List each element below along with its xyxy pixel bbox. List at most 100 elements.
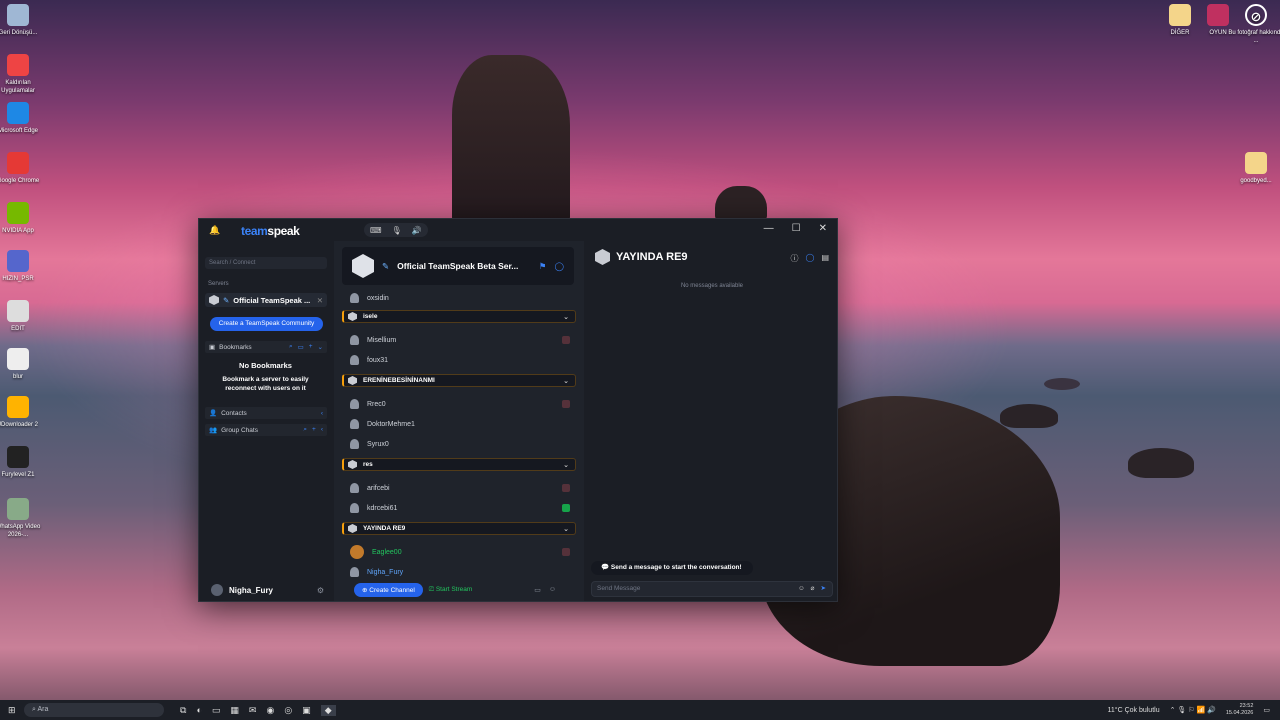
clock[interactable]: 23:52 15.04.2026 [1226,703,1254,717]
mail-icon[interactable]: ✉ [249,705,257,716]
desktop-icon[interactable]: ⊘ Bu fotoğraf hakkında ... [1226,4,1280,45]
client-row[interactable]: Rrec0 [350,397,570,411]
chrome-icon[interactable]: ◉ [266,705,274,716]
taskbar-search[interactable]: ⌕ Ara [24,703,164,717]
desktop-icon[interactable]: WhatsApp Video 2026-... [0,498,48,539]
chevron-down-icon[interactable]: ⌄ [563,377,569,385]
store-icon[interactable]: ▦ [230,705,239,716]
chat-bubble-icon[interactable]: ◯ [805,253,814,264]
channel-row[interactable]: ERENİNEBESİNİNANMI ⌄ [342,374,576,387]
user-icon [350,293,359,303]
create-channel-button[interactable]: ⊕ Create Channel [354,583,423,597]
bookmarks-header[interactable]: ▣ Bookmarks ⌕ ▭ + ⌄ [205,341,327,353]
client-name: DoktorMehme1 [367,420,415,428]
send-icon[interactable]: ➤ [821,582,826,596]
desktop-icon[interactable]: HIZIN_PSR [0,250,48,283]
info-icon[interactable]: ⓘ [790,253,798,264]
keyboard-icon[interactable]: ⌨ [370,226,382,235]
channel-row[interactable]: isele ⌄ [342,310,576,323]
bookmarks-label: Bookmarks [219,343,252,351]
client-row[interactable]: Misellium [350,333,570,347]
files-icon[interactable]: ▤ [821,253,829,264]
client-row[interactable]: oxsidin [350,291,570,305]
folder-icon[interactable]: ▭ [298,343,304,351]
explorer-icon[interactable]: ▭ [212,705,221,716]
client-name: Rrec0 [367,400,386,408]
minimize-icon[interactable]: — [764,223,774,234]
chat-icon[interactable]: ◯ [554,261,564,272]
chrome-icon [7,54,29,76]
maximize-icon[interactable]: ☐ [792,223,801,234]
client-row[interactable]: Eaglee00 [350,545,570,559]
desktop-icon-label: goodbyed... [1240,178,1272,184]
desktop-icon[interactable]: Geri Dönüşü... [0,4,48,37]
desktop-icon[interactable]: blur [0,348,48,381]
microphone-icon[interactable]: 🎙 [392,226,402,235]
chevron-down-icon[interactable]: ⌄ [563,313,569,321]
close-icon[interactable]: ✕ [819,223,827,234]
client-row[interactable]: Syrux0 [350,437,570,451]
search-icon[interactable]: ⌕ [303,426,307,434]
search-input[interactable]: Search / Connect [205,257,327,269]
edge-icon[interactable]: ◐ [196,705,201,716]
close-server-icon[interactable]: ✕ [317,296,323,305]
desktop-icon[interactable]: EDIT [0,300,48,333]
chevron-down-icon[interactable]: ⌄ [563,461,569,469]
teamspeak-icon[interactable]: ◆ [320,704,336,716]
plus-icon[interactable]: + [312,426,316,434]
plus-icon[interactable]: + [309,343,313,351]
opera-icon[interactable]: ◎ [284,705,292,716]
desktop-icon[interactable]: NVIDIA App [0,202,48,235]
create-community-button[interactable]: Create a TeamSpeak Community [210,317,323,331]
desktop-icon[interactable]: Furylevel Z1 [0,446,48,479]
desktop-icon[interactable]: Kaldırılan Uygulamalar [0,54,48,95]
chevron-left-icon[interactable]: ‹ [321,410,323,417]
user-icon [350,355,359,365]
no-bookmarks-text: Bookmark a server to easily reconnect wi… [222,376,309,392]
client-row[interactable]: foux31 [350,353,570,367]
emoji-icon[interactable]: ☺ [798,582,805,596]
taskbar: ⊞ ⌕ Ara ⧉ ◐ ▭ ▦ ✉ ◉ ◎ ▣ ◆ 11°C Çok bulut… [0,700,1280,720]
speaker-icon[interactable]: 🔊 [412,226,422,235]
user-icon [350,567,359,577]
server-item[interactable]: ✎ Official TeamSpeak ... ✕ [205,293,327,307]
desktop-icon-label: Google Chrome [0,178,40,184]
search-icon[interactable]: ⌕ [289,343,293,351]
client-row[interactable]: Nigha_Fury [350,565,570,579]
bookmark-add-icon[interactable]: ⚑ [539,261,547,272]
attach-icon[interactable]: ⌀ [811,582,815,596]
app-icon[interactable]: ▣ [302,705,311,716]
window-controls: — ☐ ✕ [764,223,827,234]
client-row[interactable]: DoktorMehme1 [350,417,570,431]
client-row[interactable]: arifcebi [350,481,570,495]
desktop-icon[interactable]: goodbyed... [1226,152,1280,185]
distant-rock-flat [1044,378,1080,390]
gear-icon[interactable]: ⚙ [317,586,324,595]
client-row[interactable]: kdrcebi61 [350,501,570,515]
bell-icon[interactable]: 🔔 [209,225,220,236]
chevron-down-icon[interactable]: ⌄ [318,343,323,351]
group-chats-header[interactable]: 👥 Group Chats ⌕ + ‹ [205,424,327,436]
muted-icon [562,548,570,556]
avatar[interactable] [211,584,223,596]
start-stream-button[interactable]: ⎚ Start Stream [429,586,473,594]
message-input[interactable]: Send Message ☺ ⌀ ➤ [591,581,833,597]
desktop-icon[interactable]: Microsoft Edge [0,102,48,135]
user-icon[interactable]: ☺ [549,586,556,594]
weather[interactable]: 11°C Çok bulutlu [1108,707,1160,714]
desktop-icon[interactable]: JDownloader 2 [0,396,48,429]
layout-icon[interactable]: ▭ [534,586,541,594]
chevron-left-icon[interactable]: ‹ [321,426,323,434]
edit-icon: ✎ [382,260,390,271]
task-view-icon[interactable]: ⧉ [180,705,186,716]
chevron-down-icon[interactable]: ⌄ [563,525,569,533]
servers-label: Servers [208,281,229,287]
notification-icon[interactable]: ▭ [1263,706,1270,714]
channel-row[interactable]: res ⌄ [342,458,576,471]
tray-icons[interactable]: ⌃ 🎙 ⚐ 📶 🔊 [1170,706,1216,714]
channel-row[interactable]: YAYINDA RE9 ⌄ [342,522,576,535]
start-icon[interactable]: ⊞ [8,705,16,716]
contacts-header[interactable]: 👤 Contacts ‹ [205,407,327,419]
server-header[interactable]: ✎ Official TeamSpeak Beta Ser... ⚑ ◯ [342,247,574,285]
desktop-icon[interactable]: Google Chrome [0,152,48,185]
